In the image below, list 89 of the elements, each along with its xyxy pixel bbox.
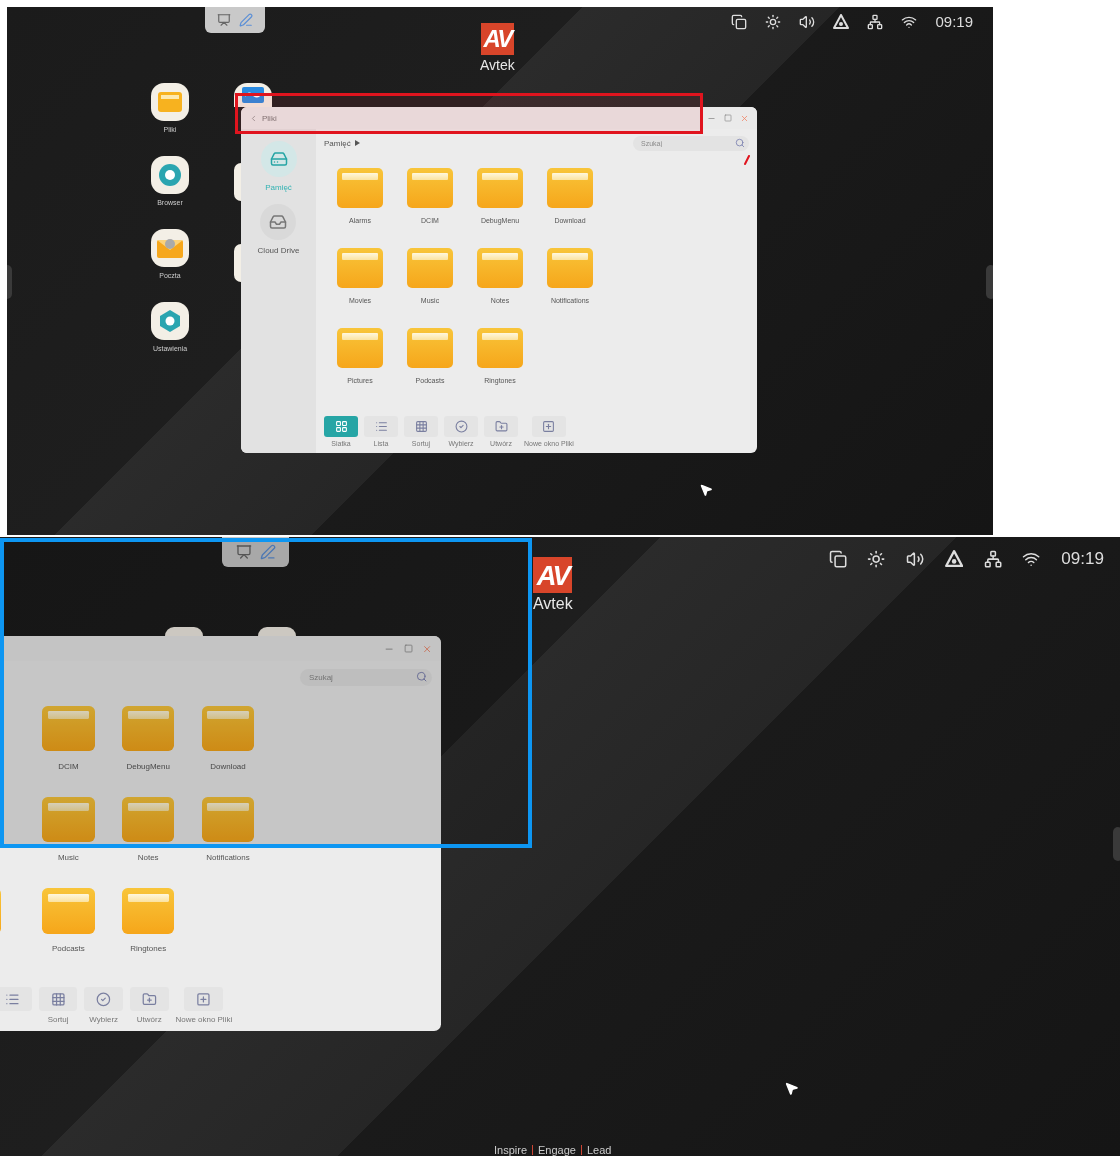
side-handle[interactable]: [986, 265, 993, 299]
app-icon: [151, 302, 189, 340]
app-icon[interactable]: [234, 163, 241, 201]
drive-icon: [269, 150, 288, 168]
breadcrumb[interactable]: Pamięć: [324, 138, 351, 148]
tray-icon: [269, 213, 288, 231]
folder-icon[interactable]: [337, 168, 383, 208]
folder-icon[interactable]: [42, 796, 95, 843]
folder-icon[interactable]: [42, 705, 95, 752]
folder-icon[interactable]: [337, 248, 383, 288]
folder-icon[interactable]: [201, 705, 255, 752]
check-circle-icon: [96, 992, 112, 1007]
folder-plus-icon: [141, 992, 157, 1007]
search-icon[interactable]: [416, 670, 428, 683]
list-icon: [374, 420, 388, 433]
brightness-icon[interactable]: [867, 549, 886, 569]
app-icon[interactable]: [258, 627, 296, 636]
folder-label: DebugMenu: [126, 761, 170, 771]
triangle-icon[interactable]: [833, 13, 850, 30]
folder-icon[interactable]: [477, 168, 523, 208]
check-circle-icon: [454, 420, 468, 433]
folder-label: Music: [57, 852, 79, 862]
cursor-icon: [784, 1081, 799, 1096]
folder-label: DCIM: [58, 761, 79, 771]
close-icon[interactable]: [740, 113, 749, 123]
side-handle[interactable]: [1113, 827, 1120, 861]
tagline-word: Lead: [586, 1144, 612, 1156]
triangle-icon[interactable]: [944, 549, 964, 569]
folder-icon[interactable]: [42, 888, 95, 934]
whiteboard-icon[interactable]: [235, 543, 252, 560]
new-window-icon: [196, 992, 212, 1007]
folder-label: Notes: [137, 852, 159, 862]
list-icon: [5, 992, 20, 1007]
network-icon[interactable]: [867, 13, 884, 30]
folder-icon[interactable]: [407, 248, 453, 288]
sort-icon: [50, 992, 66, 1007]
tagline-word: Engage: [538, 1144, 576, 1156]
grid-icon: [334, 420, 348, 433]
ink-mark: [744, 155, 750, 165]
logo-name: Avtek: [480, 57, 515, 73]
logo-name: Avtek: [533, 595, 573, 614]
close-icon[interactable]: [421, 643, 433, 654]
pen-icon[interactable]: [239, 13, 253, 27]
folder-icon[interactable]: [407, 328, 453, 368]
sort-icon: [414, 420, 428, 433]
screens-icon[interactable]: [828, 549, 847, 569]
search-field[interactable]: Szukaj: [299, 668, 433, 686]
caret-icon: [354, 140, 360, 146]
whiteboard-icon[interactable]: [217, 13, 231, 27]
app-icon[interactable]: [234, 83, 272, 107]
pen-icon[interactable]: [259, 543, 276, 560]
brightness-icon[interactable]: [765, 13, 782, 30]
folder-label: Download: [210, 761, 246, 771]
folder-icon[interactable]: [547, 168, 593, 208]
tagline-word: Inspire: [494, 1144, 528, 1156]
folder-label: Notifications: [206, 852, 250, 862]
app-icon[interactable]: [165, 627, 203, 636]
clock: 09:19: [935, 13, 973, 30]
app-icon[interactable]: [234, 244, 241, 282]
search-icon[interactable]: [735, 137, 745, 148]
folder-plus-icon: [494, 420, 508, 433]
volume-icon[interactable]: [799, 13, 816, 30]
app-icon: [151, 83, 189, 121]
folder-icon[interactable]: [201, 796, 255, 843]
folder-icon[interactable]: [121, 705, 175, 752]
clock: 09:19: [1061, 549, 1104, 569]
logo-mark: AV: [533, 557, 573, 594]
folder-icon[interactable]: [121, 796, 175, 843]
logo-mark: AV: [480, 23, 515, 55]
screens-icon[interactable]: [731, 13, 748, 30]
maximize-icon[interactable]: [724, 114, 732, 122]
app-icon: [151, 156, 189, 194]
maximize-icon[interactable]: [403, 644, 413, 654]
folder-icon[interactable]: [121, 888, 175, 934]
volume-icon[interactable]: [906, 549, 925, 569]
folder-icon[interactable]: [407, 168, 453, 208]
folder-icon[interactable]: [547, 248, 593, 288]
folder-label: Ringtones: [130, 943, 167, 953]
app-icon: [151, 229, 189, 267]
folder-label: Podcasts: [52, 943, 85, 953]
folder-icon[interactable]: [477, 328, 523, 368]
window-title: Pliki: [262, 113, 277, 123]
network-icon[interactable]: [983, 549, 1002, 569]
back-icon[interactable]: [249, 113, 258, 123]
folder-icon[interactable]: [477, 248, 523, 288]
folder-icon[interactable]: [337, 328, 383, 368]
toolbar-button[interactable]: Nowe okno Pliki: [175, 987, 233, 1024]
cursor-icon: [699, 483, 713, 497]
new-window-icon: [542, 420, 556, 433]
